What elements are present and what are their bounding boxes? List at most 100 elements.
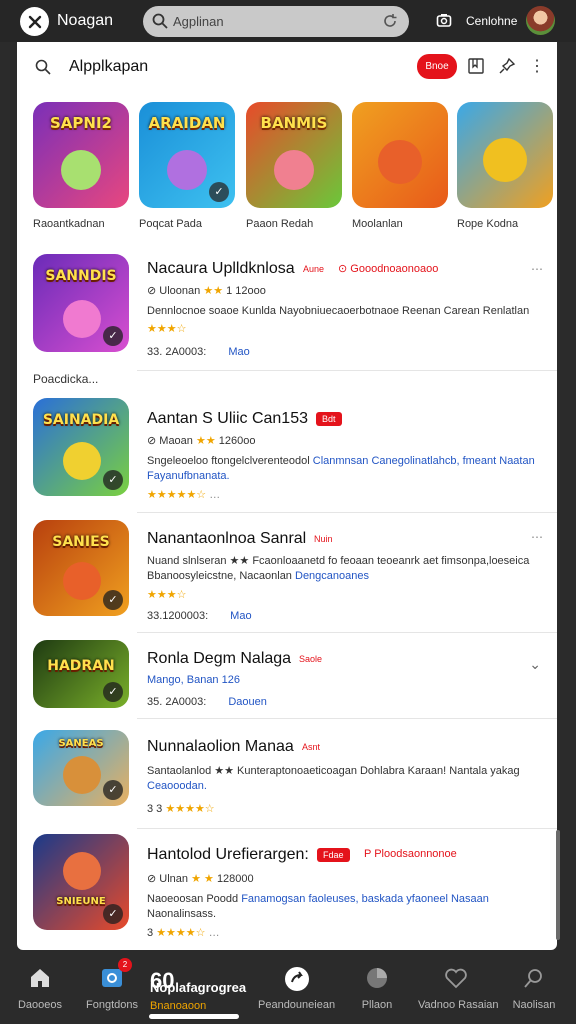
icon-title: SANEAS: [58, 738, 104, 749]
nav-gallery[interactable]: Fongtdons: [74, 950, 150, 1024]
nav-label: Pllaon: [361, 999, 393, 1011]
rating-stars: ★★★☆: [147, 323, 187, 335]
divider: [137, 828, 557, 829]
app-description: Dennlocnoe soaoe Kunlda Nayobniuecaoerbo…: [147, 305, 530, 317]
nav-center-promo[interactable]: 60 Noplafagrogrea Bnanoaoon: [150, 968, 300, 1012]
user-label[interactable]: Cenlohne: [466, 14, 517, 28]
mascot-image: [63, 756, 101, 794]
list-item[interactable]: SANIES ✓ Nanantaonlnoa Sanral Nuin ⋯ Nua…: [17, 516, 557, 632]
app-description: Santaolanlod ★★ Kunteraptonoaeticoagan D…: [147, 765, 520, 792]
check-icon: ✓: [209, 182, 229, 202]
app-title[interactable]: Nacaura Uplldknlosa: [147, 260, 295, 278]
app-icon: SANNDIS ✓: [33, 254, 129, 352]
icon-title: SANNDIS: [45, 268, 117, 284]
footer-link[interactable]: Mao: [228, 346, 249, 358]
featured-item[interactable]: SAPNI2 Raoantkadnan: [33, 102, 133, 230]
featured-item[interactable]: Moolanlan: [352, 102, 452, 230]
app-meta: ⊘ Ulnan ★ ★ 128000: [147, 873, 254, 885]
thumbnail-title: SAPNI2: [50, 114, 112, 132]
scrollbar[interactable]: [556, 830, 560, 940]
mascot-image: [167, 150, 207, 190]
featured-caption: Raoantkadnan: [33, 218, 105, 230]
featured-carousel: SAPNI2 Raoantkadnan ARAIDAN ✓ Poqcat Pad…: [17, 102, 557, 242]
close-icon: [28, 15, 41, 28]
icon-title: SANIES: [52, 534, 110, 550]
app-title[interactable]: Ronla Degm Nalaga: [147, 650, 291, 668]
home-indicator[interactable]: [149, 1014, 239, 1019]
footer-link[interactable]: Mao: [230, 610, 251, 622]
home-icon: [31, 969, 49, 987]
featured-item[interactable]: ARAIDAN ✓ Poqcat Pada: [139, 102, 239, 230]
heart-icon: [445, 968, 467, 989]
app-thumbnail: BANMIS: [246, 102, 342, 208]
app-icon: SANIES ✓: [33, 520, 129, 616]
list-item[interactable]: SAINADIA ✓ Aantan S Uliic Can153 Bdt ⊘ M…: [17, 394, 557, 512]
bookmark-icon[interactable]: [467, 57, 485, 75]
app-footer: 33.1200003: Mao: [147, 610, 252, 622]
more-menu-icon[interactable]: ⋮: [529, 56, 545, 76]
icon-title: SAINADIA: [42, 412, 120, 428]
nav-label: Fongtdons: [86, 999, 138, 1011]
developer-link[interactable]: ⊙ Gooodnoaonoaoo: [338, 262, 438, 275]
search-icon: [152, 13, 168, 29]
app-icon: SNIEUNE ✓: [33, 834, 129, 930]
list-item[interactable]: SANEAS ✓ Nunnalaolion Manaa Asnt Santaol…: [17, 728, 557, 828]
chart-icon: [367, 968, 387, 988]
rating-stars: ★★★★★☆ …: [147, 489, 221, 501]
nav-home[interactable]: Daooeos: [2, 950, 78, 1024]
chevron-down-icon[interactable]: ⌄: [529, 656, 541, 673]
search-input[interactable]: Agplinan: [173, 14, 224, 29]
check-icon: ✓: [103, 590, 123, 610]
featured-item[interactable]: BANMIS Paaon Redah: [246, 102, 346, 230]
search-icon[interactable]: [34, 58, 52, 76]
app-logo[interactable]: [20, 7, 49, 36]
footer-link[interactable]: Daouen: [228, 696, 267, 708]
list-item[interactable]: SANNDIS ✓ Nacaura Uplldknlosa Aune ⊙ Goo…: [17, 250, 557, 370]
app-description: Naoeoosan Poodd Fanamogsan faoleuses, ba…: [147, 893, 489, 920]
app-icon: SAINADIA ✓: [33, 398, 129, 496]
mascot-image: [63, 852, 101, 890]
featured-caption: Paaon Redah: [246, 218, 314, 230]
check-icon: ✓: [103, 326, 123, 346]
more-icon[interactable]: ⋯: [531, 262, 543, 276]
mascot-image: [61, 150, 101, 190]
app-title[interactable]: Aantan S Uliic Can153: [147, 410, 308, 428]
list-item[interactable]: SNIEUNE ✓ Hantolod Urefierargen: Fdae P …: [17, 834, 557, 948]
featured-caption: Poqcat Pada: [139, 218, 202, 230]
camera-icon[interactable]: [436, 12, 452, 28]
list-item[interactable]: HADRAN ✓ Ronla Degm Nalaga Saole ⌄ Mango…: [17, 638, 557, 714]
thumbnail-title: ARAIDAN: [148, 114, 226, 132]
app-tag: Saole: [299, 654, 323, 664]
app-meta: Mango, Banan 126: [147, 674, 240, 686]
search-bar[interactable]: Agplinan: [143, 6, 409, 37]
featured-caption: Moolanlan: [352, 218, 403, 230]
rating-stars: ★★★☆: [147, 589, 187, 601]
promo-sublabel: Bnanoaoon: [150, 1000, 207, 1012]
nav-search[interactable]: Naolisan: [496, 950, 572, 1024]
developer-link[interactable]: P Ploodsaonnonoe: [364, 848, 457, 860]
nav-stats[interactable]: Pllaon: [339, 950, 415, 1024]
featured-item[interactable]: Rope Kodna: [457, 102, 557, 230]
info-icon: ⊘: [147, 435, 157, 447]
more-icon[interactable]: ⋯: [531, 530, 543, 544]
app-tag: Fdae: [317, 848, 350, 862]
app-tag: Nuin: [314, 534, 333, 544]
app-title[interactable]: Nanantaonlnoa Sanral: [147, 530, 306, 548]
header-badge-button[interactable]: Bnoe: [417, 54, 457, 79]
app-thumbnail: [352, 102, 448, 208]
reload-icon[interactable]: [381, 12, 399, 30]
app-title[interactable]: Nunnalaolion Manaa: [147, 738, 294, 756]
app-meta: ⊘ Maoan ★★ 1260oo: [147, 435, 256, 447]
app-title[interactable]: Hantolod Urefierargen:: [147, 846, 309, 864]
app-tag: Aune: [303, 264, 325, 274]
app-tag: Bdt: [316, 412, 342, 426]
app-footer: 35. 2A0003: Daouen: [147, 696, 267, 708]
mascot-image: [483, 138, 527, 182]
app-footer: 3 3 ★★★★☆: [147, 803, 215, 815]
mascot-image: [378, 140, 422, 184]
thumbnail-title: BANMIS: [260, 114, 328, 132]
avatar[interactable]: [526, 6, 555, 35]
app-thumbnail: [457, 102, 553, 208]
pin-icon[interactable]: [498, 57, 516, 75]
nav-favorites[interactable]: Vadnoo Rasaian: [418, 950, 499, 1024]
